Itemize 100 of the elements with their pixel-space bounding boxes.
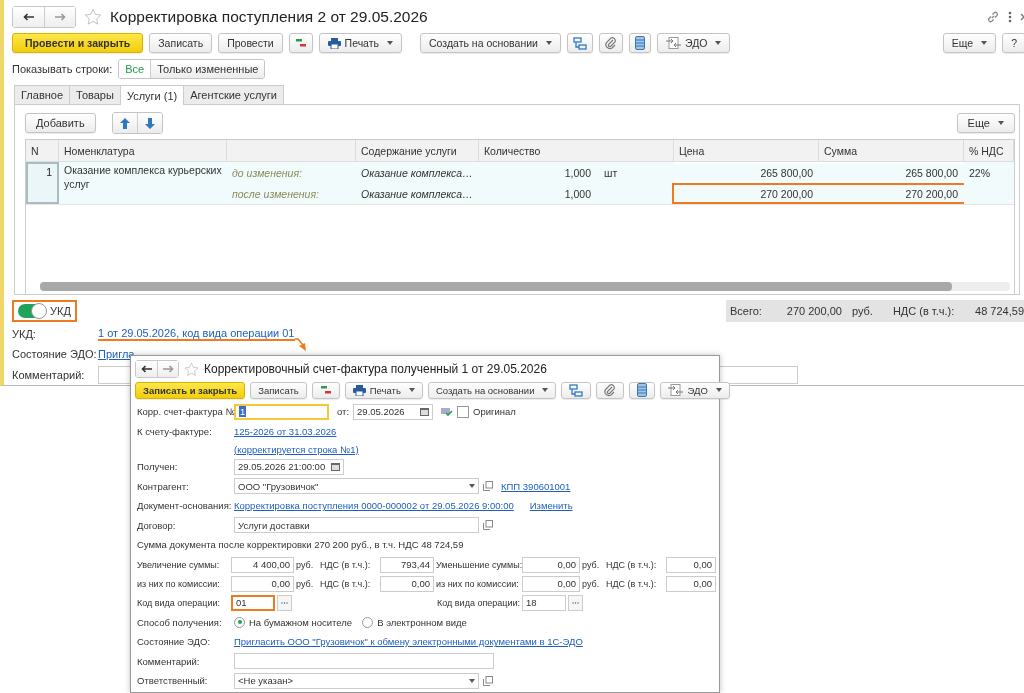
- move-down-button[interactable]: [136, 113, 162, 134]
- operation-code-field[interactable]: 18: [522, 594, 566, 611]
- list-button[interactable]: [628, 33, 651, 54]
- check-monitor-icon[interactable]: [441, 406, 454, 417]
- create-based-menu-button[interactable]: Создать на основании: [420, 33, 561, 54]
- row-number-cell[interactable]: 1: [26, 162, 59, 205]
- vat-field[interactable]: 793,44: [380, 556, 434, 573]
- date-field[interactable]: 29.05.2026: [353, 403, 434, 420]
- field-label: из них по комиссии:: [436, 578, 520, 589]
- calendar-icon[interactable]: [420, 407, 430, 417]
- responsible-field[interactable]: <Не указан>: [234, 672, 479, 689]
- more-icon[interactable]: [1008, 10, 1012, 23]
- kpp-link[interactable]: КПП 390601001: [501, 480, 571, 492]
- open-icon[interactable]: [483, 520, 493, 531]
- edo-invite-link[interactable]: Пригласить ООО "Грузовичок" к обмену электронными документами в 1С-ЭДО: [234, 636, 583, 648]
- attach-button[interactable]: [598, 33, 623, 54]
- back-button[interactable]: [13, 6, 44, 27]
- create-based-menu-button[interactable]: Создать на основании: [427, 381, 557, 399]
- star-icon[interactable]: [184, 361, 199, 377]
- currency-label: руб.: [582, 559, 601, 570]
- structure-button[interactable]: [566, 33, 593, 54]
- counterparty-field[interactable]: ООО "Грузовичок": [234, 478, 479, 495]
- caret-icon: [715, 388, 722, 392]
- back-button[interactable]: [136, 361, 157, 377]
- close-icon[interactable]: [1020, 11, 1024, 22]
- field-label: К счету-фактуре:: [137, 425, 213, 437]
- vat-field[interactable]: 0,00: [666, 575, 716, 592]
- post-close-button[interactable]: Провести и закрыть: [12, 33, 144, 54]
- vat-value: 48 724,59: [974, 305, 1024, 318]
- ukd-link[interactable]: 1 от 29.05.2026, код вида операции 01: [98, 326, 295, 341]
- structure-button[interactable]: [561, 381, 592, 399]
- select-button[interactable]: [568, 594, 583, 611]
- checkbox-label: Оригинал: [473, 406, 516, 418]
- more-menu-button[interactable]: Еще: [942, 33, 997, 54]
- field-label: Код вида операции:: [436, 597, 520, 608]
- post-button[interactable]: Провести: [218, 33, 283, 54]
- operation-code-field[interactable]: 01: [231, 594, 275, 611]
- vat-field[interactable]: 0,00: [666, 556, 716, 573]
- star-icon[interactable]: [84, 7, 102, 26]
- comment-field[interactable]: [234, 653, 494, 670]
- tab[interactable]: Товары: [69, 85, 121, 105]
- open-icon[interactable]: [483, 675, 493, 686]
- forward-arrow-icon: [162, 365, 174, 373]
- attach-button[interactable]: [596, 381, 625, 399]
- column-header[interactable]: Цена: [674, 140, 819, 163]
- hierarchy-icon: [572, 36, 587, 50]
- amount-field[interactable]: 4 400,00: [231, 556, 294, 573]
- vat-label: НДС (в т.ч.):: [606, 578, 658, 589]
- field-label: УКД:: [12, 327, 37, 340]
- printer-icon: [352, 384, 366, 396]
- caret-icon: [542, 388, 549, 392]
- filter-toggle[interactable]: Только измененные: [150, 60, 265, 79]
- edo-menu-button[interactable]: ЭДО: [656, 33, 731, 54]
- column-header[interactable]: Номенклатура: [59, 140, 227, 163]
- amount-field[interactable]: 0,00: [522, 556, 580, 573]
- caret-icon: [469, 484, 475, 489]
- column-header[interactable]: Количество: [479, 140, 674, 163]
- amount-field[interactable]: 0,00: [231, 575, 294, 592]
- horizontal-scrollbar[interactable]: [40, 282, 1010, 292]
- number-field[interactable]: 1: [234, 403, 329, 420]
- received-field[interactable]: 29.05.2026 21:00:00: [234, 458, 344, 475]
- open-icon[interactable]: [483, 481, 493, 492]
- toggle-switch[interactable]: [18, 304, 46, 319]
- tab[interactable]: Главное: [14, 85, 71, 105]
- debit-credit-button[interactable]: [288, 33, 313, 54]
- invoice-link[interactable]: 125-2026 от 31.03.2026: [234, 425, 337, 437]
- calendar-icon[interactable]: [331, 462, 340, 472]
- basis-document-link[interactable]: Корректировка поступления 0000-000002 от 29.05.2026 9:00:00: [234, 500, 514, 512]
- column-header[interactable]: N: [26, 140, 59, 163]
- select-button[interactable]: [277, 594, 292, 611]
- table-cell: 1,000: [479, 183, 599, 205]
- tab[interactable]: Услуги (1): [119, 85, 185, 106]
- tab[interactable]: Агентские услуги: [183, 85, 284, 105]
- ukd-switch[interactable]: УКД: [12, 300, 77, 323]
- table-cell: 265 800,00: [674, 164, 819, 182]
- move-up-button[interactable]: [112, 113, 137, 134]
- help-button[interactable]: ?: [1002, 33, 1024, 54]
- column-header[interactable]: Содержание услуги: [356, 140, 479, 163]
- change-link[interactable]: Изменить: [529, 500, 573, 512]
- amount-field[interactable]: 0,00: [522, 575, 580, 592]
- save-close-button[interactable]: Записать и закрыть: [135, 381, 246, 399]
- print-menu-button[interactable]: Печать: [344, 381, 423, 399]
- column-header[interactable]: Сумма: [819, 140, 964, 163]
- print-menu-button[interactable]: Печать: [318, 33, 402, 54]
- corrected-line-link[interactable]: (корректируется строка №1): [234, 443, 359, 455]
- save-button[interactable]: Записать: [149, 33, 213, 54]
- contract-field[interactable]: Услуги доставки: [234, 517, 479, 534]
- debit-credit-button[interactable]: [311, 381, 340, 399]
- column-header[interactable]: % НДС: [964, 140, 1014, 163]
- field-label: Состояние ЭДО:: [137, 636, 212, 648]
- list-button[interactable]: [629, 381, 656, 399]
- edo-menu-button[interactable]: ЭДО: [660, 381, 730, 399]
- original-checkbox[interactable]: [457, 405, 470, 418]
- vat-field[interactable]: 0,00: [380, 575, 434, 592]
- add-button[interactable]: Добавить: [25, 113, 96, 134]
- table-more-menu-button[interactable]: Еще: [956, 113, 1015, 134]
- save-button[interactable]: Записать: [250, 381, 307, 399]
- paperclip-icon: [604, 383, 617, 397]
- table-cell: шт: [599, 162, 674, 184]
- link-icon[interactable]: [986, 9, 1000, 24]
